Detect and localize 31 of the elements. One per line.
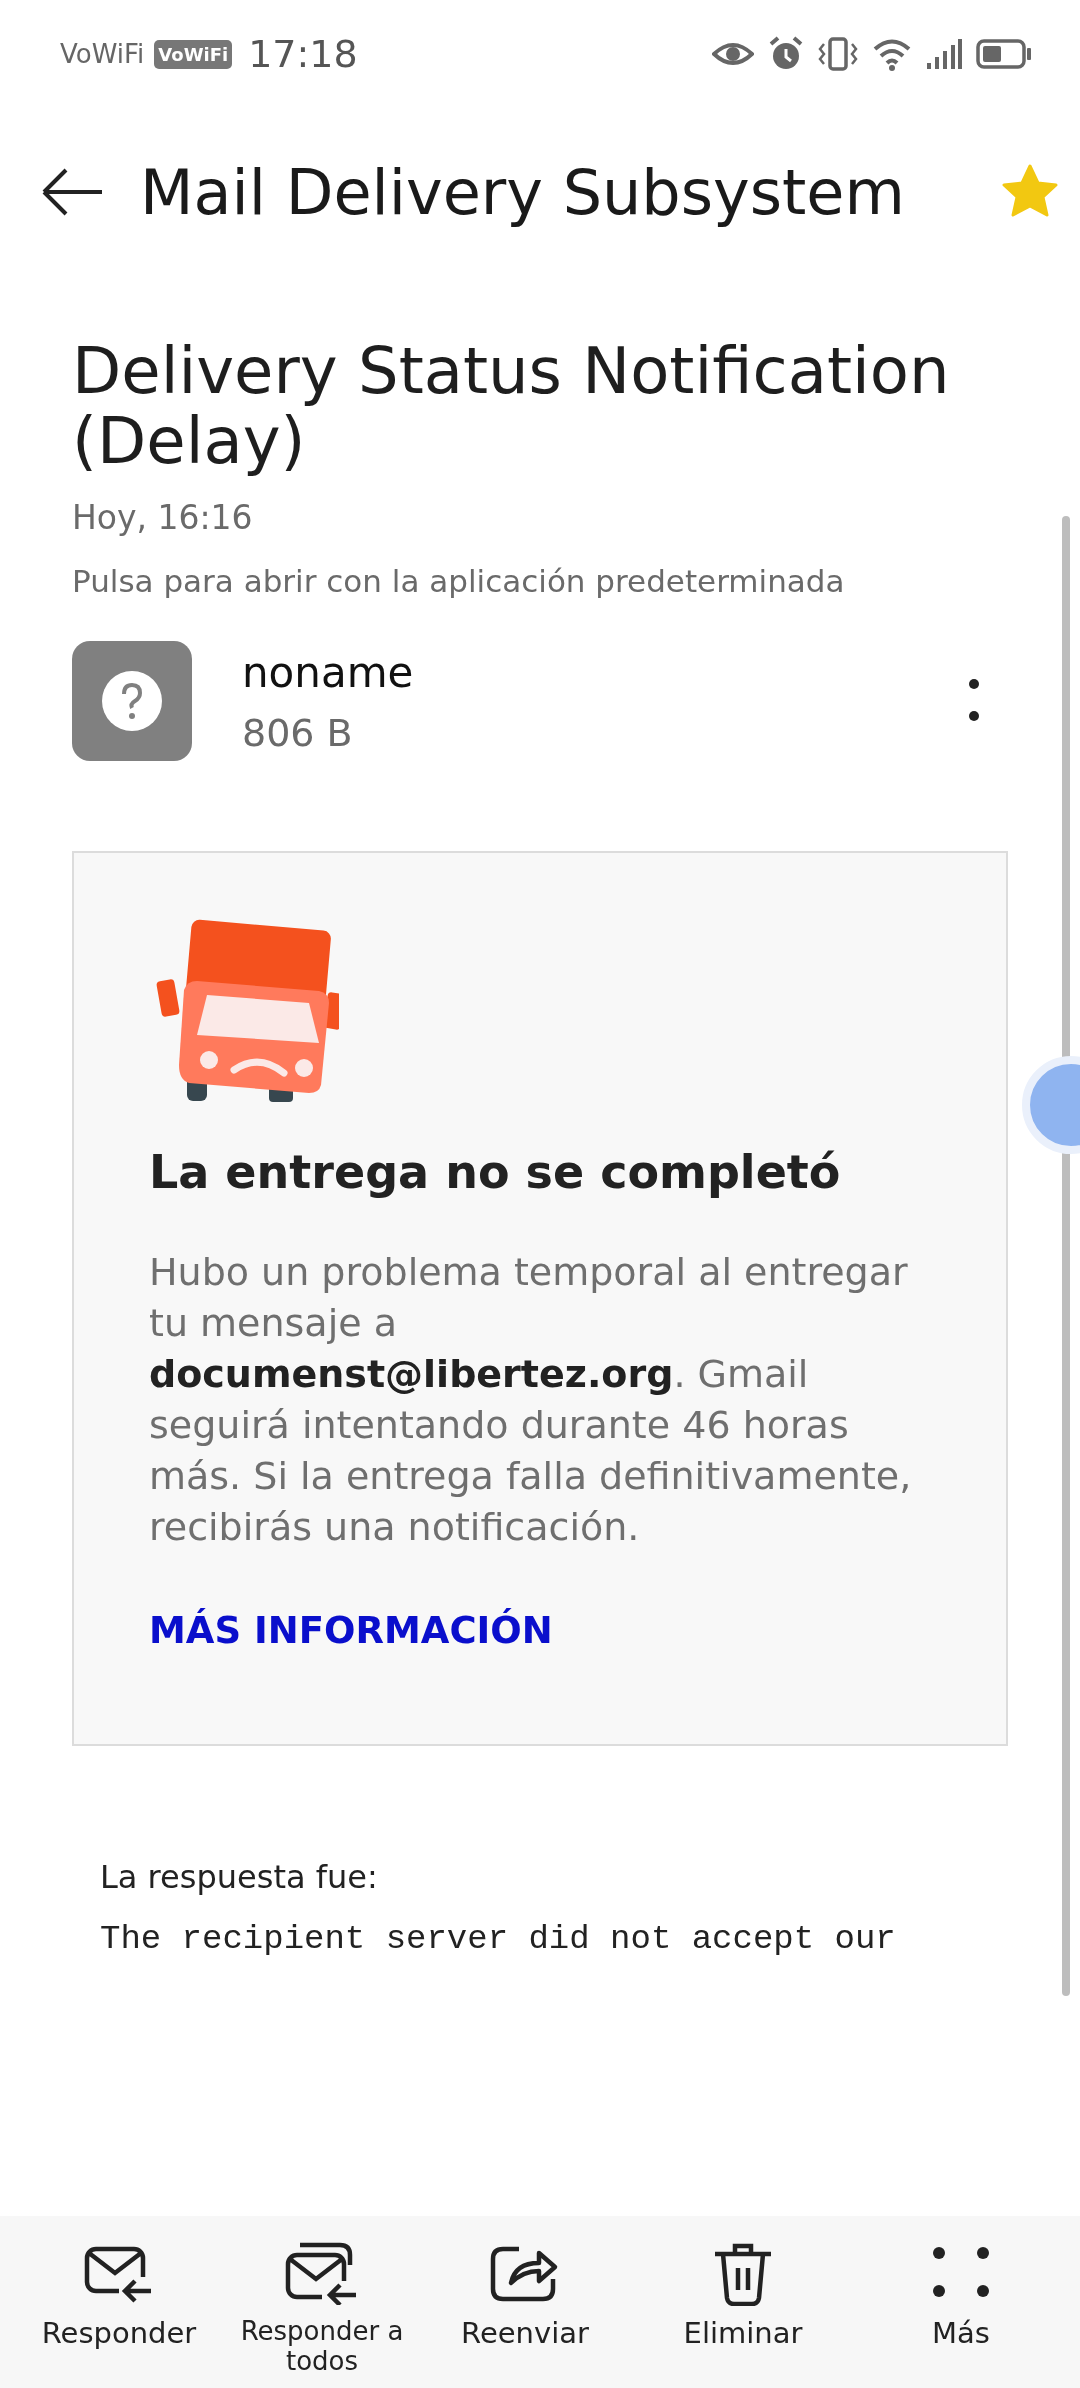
attachment-size: 806 B <box>242 710 354 755</box>
more-info-link[interactable]: MÁS INFORMACIÓN <box>149 1609 553 1652</box>
vertical-dots-icon <box>968 678 980 724</box>
wifi-icon <box>872 37 912 71</box>
unknown-file-icon[interactable] <box>72 641 192 761</box>
clock-time: 17:18 <box>248 32 358 76</box>
star-icon[interactable] <box>1002 164 1058 217</box>
notice-text: Hubo un problema temporal al entregar tu mensaje a documenst@libertez.org. Gmail seguirá intentando durante 46 horas más. Si la entrega falla definitivamente, recibirás una notificación. <box>149 1249 913 1551</box>
battery-icon <box>976 39 1032 69</box>
scroll-bar[interactable] <box>1062 516 1070 1996</box>
email-date: Hoy, 16:16 <box>72 498 254 537</box>
more-button[interactable]: Más <box>861 2238 1061 2388</box>
network-badge: VoWiFi <box>154 39 233 69</box>
network-label: VoWiFi <box>60 39 145 69</box>
signal-icon <box>926 38 962 70</box>
vibrate-icon <box>818 36 858 72</box>
alarm-icon <box>768 36 804 72</box>
reply-button[interactable]: Responder <box>19 2238 219 2388</box>
back-button[interactable] <box>40 167 104 217</box>
reply-intro-text: La respuesta fue: <box>100 1858 379 1896</box>
reply-all-button[interactable]: Responder a todos <box>237 2238 407 2388</box>
back-arrow-icon <box>40 167 104 217</box>
forward-button[interactable]: Reenviar <box>425 2238 625 2388</box>
sender-name: Mail Delivery Subsystem <box>140 155 906 229</box>
open-with-hint: Pulsa para abrir con la aplicación predeterminada <box>72 563 846 599</box>
server-reply-text: The recipient server did not accept our <box>100 1920 897 1958</box>
notice-heading: La entrega no se completó <box>149 1145 842 1199</box>
question-mark-icon <box>101 670 163 732</box>
delete-button[interactable]: Eliminar <box>643 2238 843 2388</box>
attachment-name: noname <box>242 647 415 697</box>
email-subject: Delivery Status Notification (Delay) <box>72 336 951 476</box>
